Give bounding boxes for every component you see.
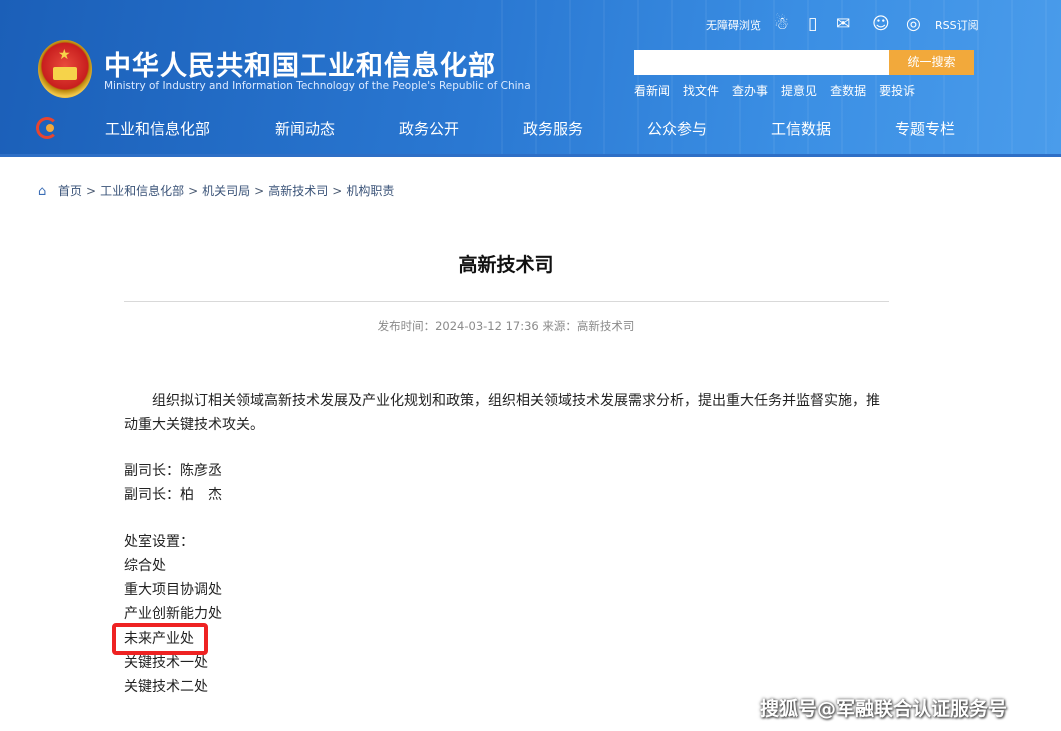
quick-link-news[interactable]: 看新闻 — [634, 84, 670, 98]
top-utility-links: 无障碍浏览 ☃ ▯ ✉ ☺ ◎ RSS订阅 — [0, 12, 1061, 40]
national-emblem-icon: ★ — [38, 40, 92, 98]
division-item: 重大项目协调处 — [124, 582, 222, 598]
accessibility-link[interactable]: 无障碍浏览 — [706, 17, 761, 33]
breadcrumb-departments[interactable]: 机关司局 — [202, 184, 250, 198]
search-input[interactable] — [634, 50, 890, 75]
miit-logo-dot — [46, 124, 54, 132]
breadcrumb-separator: > — [254, 184, 265, 198]
nav-item-topics[interactable]: 专题专栏 — [895, 118, 955, 139]
nav-item-participation[interactable]: 公众参与 — [647, 118, 707, 139]
quick-link-data[interactable]: 查数据 — [830, 84, 866, 98]
highlight-box — [112, 623, 208, 655]
breadcrumb: ⌂ 首页 > 工业和信息化部 > 机关司局 > 高新技术司 > 机构职责 — [38, 182, 394, 198]
mobile-icon[interactable]: ▯ — [808, 14, 817, 34]
nav-item-services[interactable]: 政务服务 — [523, 118, 583, 139]
mail-icon[interactable]: ✉ — [836, 14, 850, 34]
breadcrumb-ministry[interactable]: 工业和信息化部 — [100, 184, 184, 198]
nav-item-ministry[interactable]: 工业和信息化部 — [105, 118, 210, 139]
quick-link-files[interactable]: 找文件 — [683, 84, 719, 98]
quick-links: 看新闻 找文件 查办事 提意见 查数据 要投诉 — [634, 80, 928, 98]
article-meta: 发布时间：2024-03-12 17:36 来源：高新技术司 — [377, 319, 635, 333]
breadcrumb-separator: > — [332, 184, 343, 198]
nav-item-data[interactable]: 工信数据 — [771, 118, 831, 139]
weibo-icon[interactable]: ◎ — [906, 14, 921, 34]
page-title: 高新技术司 — [458, 254, 554, 276]
ministry-name-cn[interactable]: 中华人民共和国工业和信息化部 — [104, 44, 496, 83]
deputy-director-2: 副司长：柏 杰 — [124, 487, 222, 503]
quick-link-feedback[interactable]: 提意见 — [781, 84, 817, 98]
quick-link-services[interactable]: 查办事 — [732, 84, 768, 98]
breadcrumb-responsibilities[interactable]: 机构职责 — [346, 184, 394, 198]
division-item: 综合处 — [124, 558, 166, 574]
breadcrumb-separator: > — [188, 184, 199, 198]
wechat-icon[interactable]: ☺ — [872, 14, 890, 34]
watermark: 搜狐号@军融联合认证服务号 — [760, 698, 1008, 720]
home-icon[interactable]: ⌂ — [38, 185, 52, 198]
nav-item-disclosure[interactable]: 政务公开 — [399, 118, 459, 139]
site-header: ★ 中华人民共和国工业和信息化部 Ministry of Industry an… — [0, 0, 1061, 157]
ministry-name-en: Ministry of Industry and Information Tec… — [104, 80, 531, 92]
breadcrumb-home[interactable]: 首页 — [58, 184, 82, 198]
header-divider — [0, 154, 1061, 157]
breadcrumb-separator: > — [86, 184, 97, 198]
responsibility-paragraph: 组织拟订相关领域高新技术发展及产业化规划和政策，组织相关领域技术发展需求分析，提… — [124, 393, 880, 433]
robot-icon[interactable]: ☃ — [774, 14, 789, 34]
divisions-heading: 处室设置： — [124, 534, 194, 550]
breadcrumb-hitech-dept[interactable]: 高新技术司 — [268, 184, 328, 198]
deputy-director-1: 副司长：陈彦丞 — [124, 463, 222, 479]
rss-link[interactable]: RSS订阅 — [935, 17, 979, 33]
title-divider — [124, 301, 889, 302]
quick-link-complaint[interactable]: 要投诉 — [879, 84, 915, 98]
nav-item-news[interactable]: 新闻动态 — [275, 118, 335, 139]
division-item: 关键技术二处 — [124, 679, 208, 695]
unified-search-button[interactable]: 统一搜索 — [889, 50, 974, 75]
